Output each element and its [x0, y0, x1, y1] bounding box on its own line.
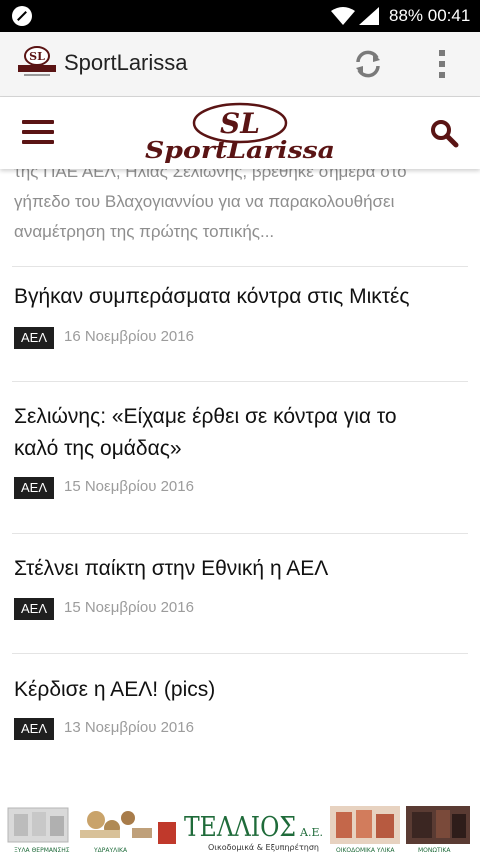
article-title-line: Σελιώνης: «Είχαμε έρθει σε κόντρα για το [14, 405, 397, 428]
article-title-line: Στέλνει παίκτη στην Εθνική η ΑΕΛ [14, 557, 329, 580]
divider [12, 266, 468, 267]
excerpt-line: γήπεδο του Βλαχογιαννίου για να παρακολο… [14, 192, 395, 211]
battery-level: 88% [389, 6, 424, 25]
plumbing-product-image [80, 811, 152, 838]
svg-text:SL: SL [29, 50, 45, 63]
search-icon[interactable] [428, 117, 460, 149]
article-title-line: Βγήκαν συμπεράσματα κόντρα στις Μικτές [14, 285, 410, 308]
status-bar: 88% 00:41 [0, 0, 480, 32]
category-badge[interactable]: ΑΕΛ [14, 718, 55, 740]
category-badge[interactable]: ΑΕΛ [14, 598, 55, 620]
clock: 00:41 [427, 6, 471, 25]
divider [12, 381, 468, 382]
wifi-icon [331, 7, 355, 25]
logo-wordmark: SportLarissa [145, 137, 335, 164]
site-logo[interactable]: SL SportLarissa [142, 101, 338, 165]
category-badge[interactable]: ΑΕΛ [14, 327, 55, 349]
article-title[interactable]: Στέλνει παίκτη στην Εθνική η ΑΕΛ [14, 553, 466, 585]
refresh-icon[interactable] [352, 48, 384, 80]
firewood-product-image [7, 807, 69, 843]
app-bar: SL SportLarissa [0, 32, 480, 97]
article-title[interactable]: Σελιώνης: «Είχαμε έρθει σε κόντρα για το… [14, 401, 466, 465]
red-accent [158, 822, 176, 844]
signal-icon [359, 7, 379, 25]
ad-brand: ΤΕΛΛΙΟΣ [184, 812, 296, 843]
article-date: 13 Νοεμβρίου 2016 [64, 719, 194, 736]
app-title: SportLarissa [64, 50, 188, 75]
previous-article-excerpt[interactable]: της ΠΑΕ ΑΕΛ, Ηλίας Σελιώνης, βρέθηκε σήμ… [14, 169, 466, 247]
status-text: 88% 00:41 [389, 6, 470, 26]
ad-brand-suffix: Α.Ε. [299, 826, 323, 839]
article-date: 16 Νοεμβρίου 2016 [64, 328, 194, 345]
article-date: 15 Νοεμβρίου 2016 [64, 478, 194, 495]
site-header: SL SportLarissa [0, 97, 480, 169]
hamburger-menu-icon[interactable] [22, 120, 54, 146]
ad-tagline: Οικοδομικά & Εξυπηρέτηση [208, 842, 319, 852]
article-title-line: Κέρδισε η ΑΕΛ! (pics) [14, 678, 216, 701]
logo-initials: SL [220, 107, 260, 140]
news-feed[interactable]: της ΠΑΕ ΑΕΛ, Ηλίας Σελιώνης, βρέθηκε σήμ… [0, 169, 480, 800]
ad-product-label: ΥΔΡΑΥΛΙΚΑ [93, 847, 128, 854]
divider [12, 533, 468, 534]
article-title[interactable]: Βγήκαν συμπεράσματα κόντρα στις Μικτές [14, 281, 466, 313]
app-logo-icon: SL [18, 46, 56, 76]
ad-product-label: ΞΥΛΑ ΘΕΡΜΑΝΣΗΣ [14, 847, 70, 854]
category-badge[interactable]: ΑΕΛ [14, 477, 55, 499]
divider [12, 653, 468, 654]
more-vert-icon[interactable] [428, 46, 456, 82]
excerpt-line: αναμέτρηση της πρώτης τοπικής... [14, 222, 275, 241]
article-date: 15 Νοεμβρίου 2016 [64, 599, 194, 616]
ad-banner-graphic: ΤΕΛΛΙΟΣ Α.Ε. Οικοδομικά & Εξυπηρέτηση ΞΥ… [7, 806, 470, 854]
insulation-product-image [406, 806, 470, 844]
ad-product-label: ΜΟΝΩΤΙΚΑ [418, 847, 451, 854]
article-title-line: καλό της ομάδας» [14, 437, 182, 460]
excerpt-line: της ΠΑΕ ΑΕΛ, Ηλίας Σελιώνης, βρέθηκε σήμ… [14, 169, 407, 181]
building-materials-product-image [330, 806, 400, 844]
ad-product-label: ΟΙΚΟΔΟΜΙΚΑ ΥΛΙΚΑ [336, 847, 395, 854]
no-sim-icon [12, 6, 32, 26]
article-title[interactable]: Κέρδισε η ΑΕΛ! (pics) [14, 674, 466, 706]
ad-banner[interactable]: ΤΕΛΛΙΟΣ Α.Ε. Οικοδομικά & Εξυπηρέτηση ΞΥ… [0, 800, 480, 854]
